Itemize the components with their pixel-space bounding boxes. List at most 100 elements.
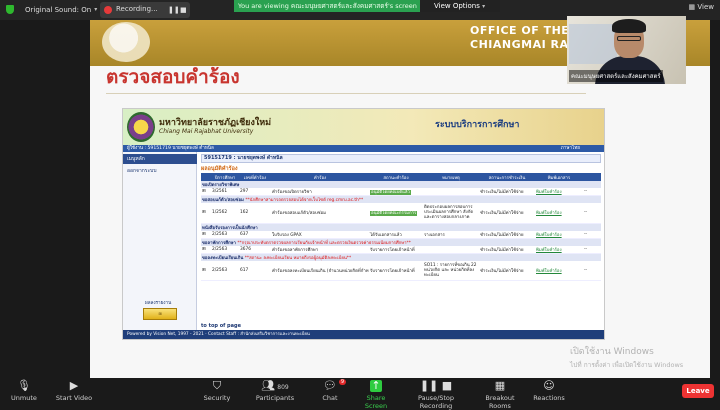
number-cell: 3676: [239, 245, 271, 254]
breakout-rooms-button[interactable]: ▦ Breakout Rooms: [476, 380, 524, 410]
table-row: ⊞ 2/2563 3676 คำร้องขอลาพักการศึกษา รับร…: [201, 245, 601, 254]
dash-cell: --: [583, 260, 601, 281]
chat-button[interactable]: 💬︎ 9 Chat: [318, 379, 346, 404]
start-video-button[interactable]: ▶ Start Video: [54, 380, 94, 404]
windows-activation-watermark: เปิดใช้งาน Windows ไปที่ การตั้งค่า เพื่…: [570, 344, 683, 370]
col-header: เลขที่คำร้อง: [239, 173, 271, 181]
unmute-button[interactable]: 🎙︎ Unmute: [6, 380, 42, 404]
expand-icon[interactable]: ⊞: [201, 188, 211, 196]
section-label: ขอสอบแก้ตัว/สอบซ่อม: [202, 198, 244, 203]
print-request-link[interactable]: พิมพ์ใบคำร้อง: [536, 248, 562, 253]
breakout-rooms-label: Breakout Rooms: [485, 394, 515, 410]
table-section-row: ขอลาพักการศึกษา **กรุณาประทับตราตรวจผลกา…: [201, 238, 601, 246]
table-header-row: ปีการศึกษา เลขที่คำร้อง คำร้อง สถานะคำร้…: [201, 173, 601, 181]
chevron-down-icon: ▾: [482, 3, 486, 10]
start-video-label: Start Video: [55, 394, 93, 402]
website-main: 59151719 : นายชยุตพงษ์ ดำหนิล ผลอนุมัติค…: [201, 152, 601, 332]
participants-label: Participants: [255, 394, 295, 402]
pause-stop-recording-label: Pause/Stop Recording: [417, 394, 455, 410]
grid-icon: ▦: [688, 3, 696, 11]
view-button[interactable]: ▦ View: [689, 3, 714, 11]
table-row: ⊞ 3/2561 297 คำร้องขอเปิดรายวิชา อนุมัติ…: [201, 188, 601, 196]
expand-icon[interactable]: ⊞: [201, 245, 211, 254]
sound-label: Original Sound: On: [25, 5, 92, 14]
expand-icon[interactable]: ⊞: [201, 203, 211, 224]
request-cell: คำร้องขอสอบแก้ตัว/สอบซ่อม: [271, 203, 369, 224]
col-header: ปีการศึกษา: [211, 173, 239, 181]
section-label: หนังสือรับรองการเป็นนักศึกษา: [202, 225, 258, 231]
recording-pill: Recording... ❚❚ ■: [100, 2, 190, 18]
university-logo: [102, 22, 150, 62]
pause-stop-recording-button[interactable]: ❚❚ ■ Pause/Stop Recording: [404, 379, 468, 410]
expand-icon[interactable]: ⊞: [201, 260, 211, 281]
top-of-page-link[interactable]: to top of page: [201, 323, 241, 329]
col-header: สถานะการชำระเงิน: [479, 173, 535, 181]
number-cell: 637: [239, 230, 271, 239]
table-section-row: ขอสอบแก้ตัว/สอบซ่อม **นักศึกษาสามารถตรวจ…: [201, 195, 601, 203]
status-cell: รับรายการโดยเจ้าหน้าที่: [369, 245, 423, 254]
year-cell: 2/2563: [211, 260, 239, 281]
participants-icon: 👥︎ 809: [261, 379, 289, 392]
section-title: ผลอนุมัติคำร้อง: [201, 166, 238, 172]
language-link[interactable]: ภาษาไทย: [561, 145, 580, 152]
print-request-link[interactable]: พิมพ์ใบคำร้อง: [536, 233, 562, 238]
shield-icon: ⛉: [212, 379, 222, 392]
status-badge: อนุมัติโดยคณบดีแล้ว: [370, 190, 411, 195]
webcam-tile[interactable]: คณะมนุษยศาสตร์และสังคมศาสตร์: [567, 16, 686, 84]
share-screen-button[interactable]: ↑ Share Screen: [356, 379, 396, 410]
presenter-hair: [612, 19, 646, 33]
user-info: ผู้ใช้งาน : 59151719 นายชยุตพงษ์ ดำหนิล: [127, 146, 214, 151]
request-cell: คำร้องขอลาพักการศึกษา: [271, 245, 369, 254]
registrar-website: มหาวิทยาลัยราชภัฏเชียงใหม่ Chiang Mai Ra…: [122, 108, 605, 340]
video-camera-icon: ▶: [69, 379, 79, 392]
print-request-link[interactable]: พิมพ์ใบคำร้อง: [536, 211, 562, 216]
pause-stop-icon: ❚❚ ■: [419, 379, 453, 392]
number-cell: 617: [239, 260, 271, 281]
payment-cell: ชำระเงิน/ไม่มีค่าใช้จ่าย: [479, 260, 535, 281]
status-badge: อนุมัติโดยคณะกรรมการ: [370, 211, 418, 217]
security-status[interactable]: Original Sound: On ▾: [6, 5, 97, 14]
year-cell: 2/2563: [211, 245, 239, 254]
stop-icon[interactable]: ■: [180, 6, 188, 14]
number-cell: 297: [239, 188, 271, 196]
remark-cell: [423, 245, 479, 254]
watermark-line2: ไปที่ การตั้งค่า เพื่อเปิดใช้งาน Windows: [570, 361, 684, 369]
reactions-button[interactable]: ☺ Reactions: [532, 380, 566, 404]
pause-icon[interactable]: ❚❚: [168, 6, 180, 14]
payment-cell: ชำระเงิน/ไม่มีค่าใช้จ่าย: [479, 230, 535, 239]
presenter-glasses: [617, 36, 641, 41]
chat-label: Chat: [322, 394, 338, 402]
request-cell: ใบรับรอง GPAX: [271, 230, 369, 239]
participants-button[interactable]: 👥︎ 809 Participants: [252, 380, 298, 404]
remark-cell: รางเอกสาร: [423, 230, 479, 239]
security-button[interactable]: ⛉ Security: [202, 380, 232, 404]
slide-title: ตรวจสอบคำร้อง: [106, 66, 240, 88]
section-label: ขอลาพักการศึกษา: [202, 240, 236, 246]
leave-button[interactable]: Leave: [682, 384, 714, 398]
view-options-button[interactable]: View Options ▾: [420, 0, 500, 12]
status-cell: รับรายการโดยเจ้าหน้าที่: [369, 260, 423, 281]
expand-icon[interactable]: ⊞: [201, 230, 211, 239]
logout-link[interactable]: ออกจากระบบ: [127, 167, 157, 175]
year-cell: 2/2563: [211, 230, 239, 239]
table-section-row: ขอเปิดรายวิชาพิเศษ: [201, 181, 601, 188]
col-header: หมายเหตุ: [423, 173, 479, 181]
system-title: ระบบบริการการศึกษา: [435, 120, 520, 130]
print-request-link[interactable]: พิมพ์ใบคำร้อง: [536, 269, 562, 274]
user-bar: ผู้ใช้งาน : 59151719 นายชยุตพงษ์ ดำหนิล …: [123, 145, 604, 152]
chat-badge: 9: [338, 379, 346, 385]
view-options-label: View Options: [434, 2, 480, 10]
print-request-link[interactable]: พิมพ์ใบคำร้อง: [536, 190, 562, 195]
share-screen-icon: ↑: [370, 379, 382, 392]
payment-cell: ชำระเงิน/ไม่มีค่าใช้จ่าย: [479, 203, 535, 224]
remark-cell: [423, 188, 479, 196]
table-section-row: หนังสือรับรองการเป็นนักศึกษา: [201, 223, 601, 231]
reactions-label: Reactions: [533, 394, 565, 402]
col-header: [201, 173, 211, 181]
dash-cell: --: [583, 203, 601, 224]
microphone-icon: 🎙︎: [17, 379, 31, 392]
table-section-row: ขอลงทะเบียนเรียนเกิน **สถานะ ลงทะเบียนเร…: [201, 253, 601, 261]
university-name-en: Chiang Mai Rajabhat University: [159, 128, 254, 135]
website-banner: มหาวิทยาลัยราชภัฏเชียงใหม่ Chiang Mai Ra…: [123, 109, 604, 145]
col-header: พิมพ์เอกสาร: [535, 173, 583, 181]
